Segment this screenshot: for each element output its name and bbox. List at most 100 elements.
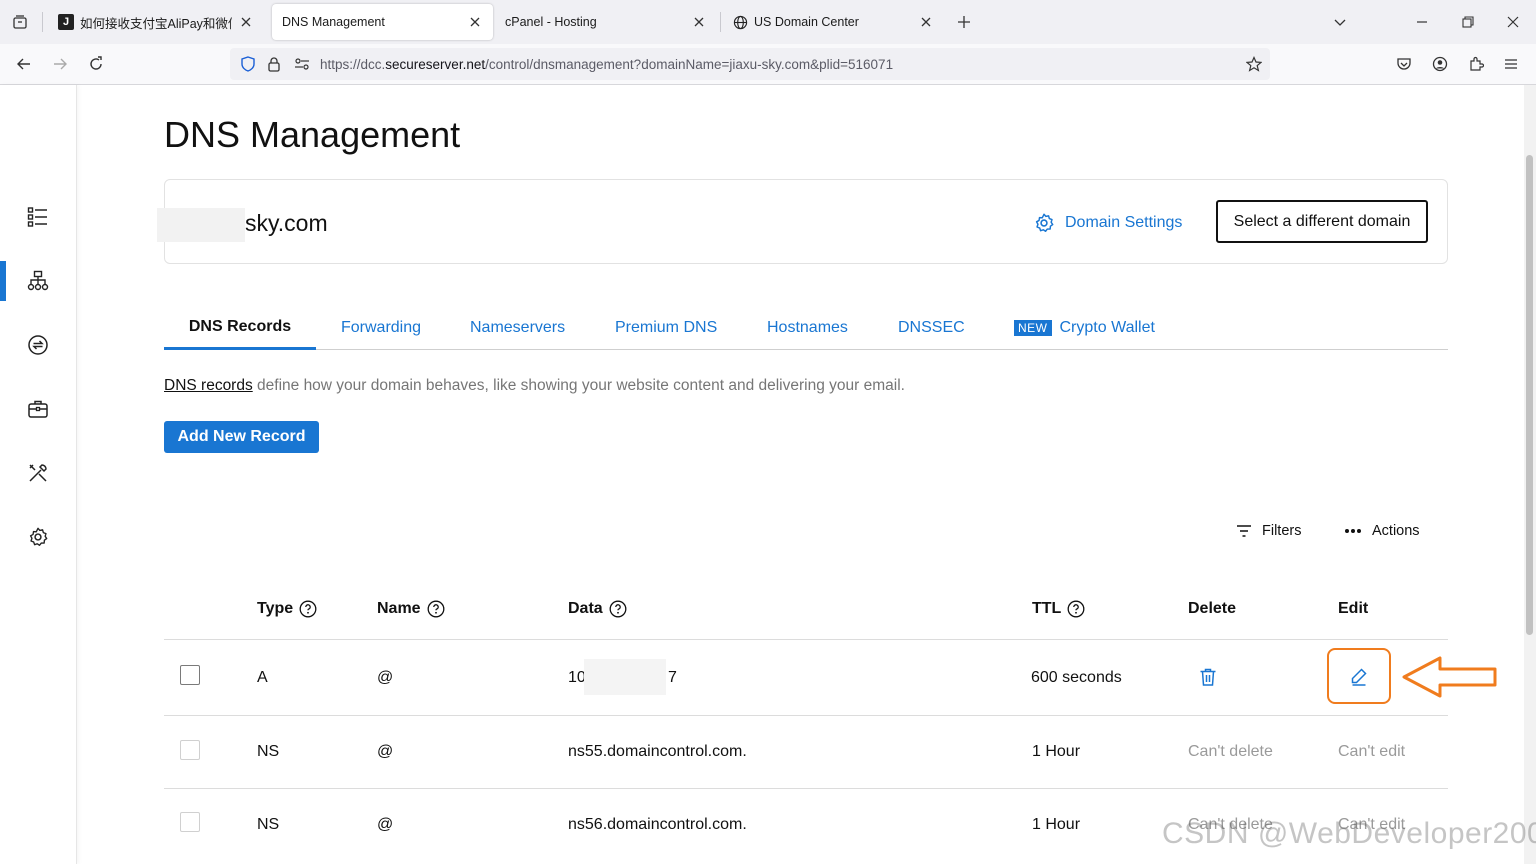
sidebar-item-tools[interactable]	[0, 453, 76, 493]
forward-arrow-icon[interactable]	[46, 50, 74, 78]
cant-edit-text: Can't edit	[1338, 743, 1406, 760]
select-different-domain-button[interactable]: Select a different domain	[1216, 200, 1428, 243]
domain-card: sky.com Domain Settings Select a differe…	[157, 179, 1448, 264]
help-circle-icon[interactable]	[299, 600, 317, 618]
tab-forwarding[interactable]: Forwarding	[341, 306, 421, 350]
row-checkbox[interactable]	[180, 740, 200, 760]
close-icon[interactable]	[467, 14, 483, 30]
sidebar-item-dns[interactable]	[0, 261, 76, 301]
minimize-icon[interactable]	[1408, 8, 1436, 36]
record-data: ns55.domaincontrol.com.	[568, 743, 747, 760]
domain-settings-link[interactable]: Domain Settings	[1033, 212, 1182, 234]
tab-list-icon[interactable]	[6, 8, 34, 36]
browser-tab-cpanel[interactable]: cPanel - Hosting	[495, 4, 717, 40]
redacted-area	[157, 208, 245, 242]
record-ttl: 1 Hour	[1032, 816, 1081, 833]
watermark: CSDN @WebDeveloper2001	[1162, 817, 1536, 850]
url-prefix: https://dcc.	[320, 57, 386, 72]
description-text: define how your domain behaves, like sho…	[252, 377, 905, 394]
domain-name: sky.com	[245, 210, 328, 236]
url-path: /control/dnsmanagement?domainName=jiaxu-…	[485, 57, 894, 72]
add-new-record-button[interactable]: Add New Record	[164, 421, 319, 453]
browser-tab-us-domain-center[interactable]: US Domain Center	[722, 4, 944, 40]
sidebar-item-list[interactable]	[0, 197, 76, 237]
new-tab-plus-icon[interactable]	[954, 12, 974, 32]
column-header-name[interactable]: Name	[377, 600, 445, 618]
browser-tab-bar: J 如何接收支付宝AliPay和微信支 DNS Management cPane…	[0, 0, 1536, 44]
url-text[interactable]: https://dcc.secureserver.net/control/dns…	[320, 57, 893, 72]
tab-nameservers[interactable]: Nameservers	[470, 306, 565, 350]
bookmark-star-icon[interactable]	[1245, 56, 1263, 72]
tab-dns-records[interactable]: DNS Records	[164, 306, 316, 350]
gear-icon	[29, 527, 48, 546]
sidebar-item-hosting[interactable]	[0, 389, 76, 429]
row-checkbox[interactable]	[180, 812, 200, 832]
tab-dnssec[interactable]: DNSSEC	[898, 306, 965, 350]
column-header-label: TTL	[1032, 600, 1062, 617]
column-header-label: Name	[377, 600, 421, 617]
menu-icon[interactable]	[1497, 50, 1525, 78]
cant-delete-text: Can't delete	[1188, 743, 1273, 760]
domain-settings-label: Domain Settings	[1065, 214, 1183, 231]
filters-label: Filters	[1262, 523, 1302, 539]
help-circle-icon[interactable]	[1067, 600, 1085, 618]
permissions-icon[interactable]	[294, 56, 310, 72]
sidebar-item-transfer[interactable]	[0, 325, 76, 365]
browser-tab-article[interactable]: J 如何接收支付宝AliPay和微信支	[48, 4, 264, 40]
back-arrow-icon[interactable]	[10, 50, 38, 78]
close-icon[interactable]	[238, 14, 254, 30]
pocket-icon[interactable]	[1390, 50, 1418, 78]
globe-icon	[732, 14, 748, 30]
record-ttl: 1 Hour	[1032, 743, 1081, 760]
chevron-down-icon[interactable]	[1326, 8, 1354, 36]
row-divider	[164, 788, 1448, 789]
sitemap-icon	[27, 270, 49, 291]
list-icon	[27, 207, 47, 227]
transfer-icon	[28, 335, 48, 355]
help-circle-icon[interactable]	[427, 600, 445, 618]
lock-icon[interactable]	[266, 56, 282, 72]
filters-button[interactable]: Filters	[1236, 523, 1301, 539]
shield-icon[interactable]	[240, 56, 256, 72]
column-header-type[interactable]: Type	[257, 600, 317, 618]
edit-record-button[interactable]	[1327, 648, 1391, 704]
window-close-icon[interactable]	[1499, 8, 1527, 36]
record-type: NS	[257, 743, 280, 760]
help-circle-icon[interactable]	[609, 600, 627, 618]
reload-icon[interactable]	[82, 50, 110, 78]
scrollbar-thumb[interactable]	[1526, 155, 1533, 635]
close-icon[interactable]	[691, 14, 707, 30]
browser-tab-dns-management[interactable]: DNS Management	[272, 4, 493, 40]
column-header-label: Data	[568, 600, 603, 617]
extensions-icon[interactable]	[1462, 50, 1490, 78]
account-icon[interactable]	[1426, 50, 1454, 78]
tab-title: US Domain Center	[754, 15, 859, 29]
sidebar-item-settings[interactable]	[0, 517, 76, 557]
address-bar[interactable]: https://dcc.secureserver.net/control/dns…	[230, 48, 1270, 80]
tab-label: Crypto Wallet	[1059, 319, 1155, 336]
record-data-end: 7	[668, 669, 677, 686]
column-header-data[interactable]: Data	[568, 600, 627, 618]
dns-tabs: DNS Records Forwarding Nameservers Premi…	[164, 306, 1448, 350]
column-header-label: Type	[257, 600, 294, 617]
gear-icon	[1035, 213, 1054, 232]
actions-button[interactable]: Actions	[1344, 523, 1420, 539]
dns-records-link[interactable]: DNS records	[164, 377, 253, 394]
page-scrollbar[interactable]	[1524, 85, 1536, 864]
column-header-edit: Edit	[1338, 600, 1369, 617]
record-name: @	[377, 816, 394, 833]
record-name: @	[377, 743, 394, 760]
tab-hostnames[interactable]: Hostnames	[767, 306, 848, 350]
row-divider	[164, 639, 1448, 640]
restore-icon[interactable]	[1454, 8, 1482, 36]
close-icon[interactable]	[918, 14, 934, 30]
new-badge: NEW	[1014, 320, 1052, 336]
filter-icon	[1237, 525, 1251, 537]
tab-premium-dns[interactable]: Premium DNS	[615, 306, 717, 350]
tab-crypto-wallet[interactable]: NEW Crypto Wallet	[1014, 306, 1155, 350]
row-checkbox[interactable]	[180, 665, 200, 685]
trash-icon[interactable]	[1198, 667, 1218, 687]
column-header-ttl[interactable]: TTL	[1032, 600, 1085, 618]
redacted-area	[584, 659, 666, 695]
arrow-left-annotation-icon	[1402, 656, 1497, 698]
